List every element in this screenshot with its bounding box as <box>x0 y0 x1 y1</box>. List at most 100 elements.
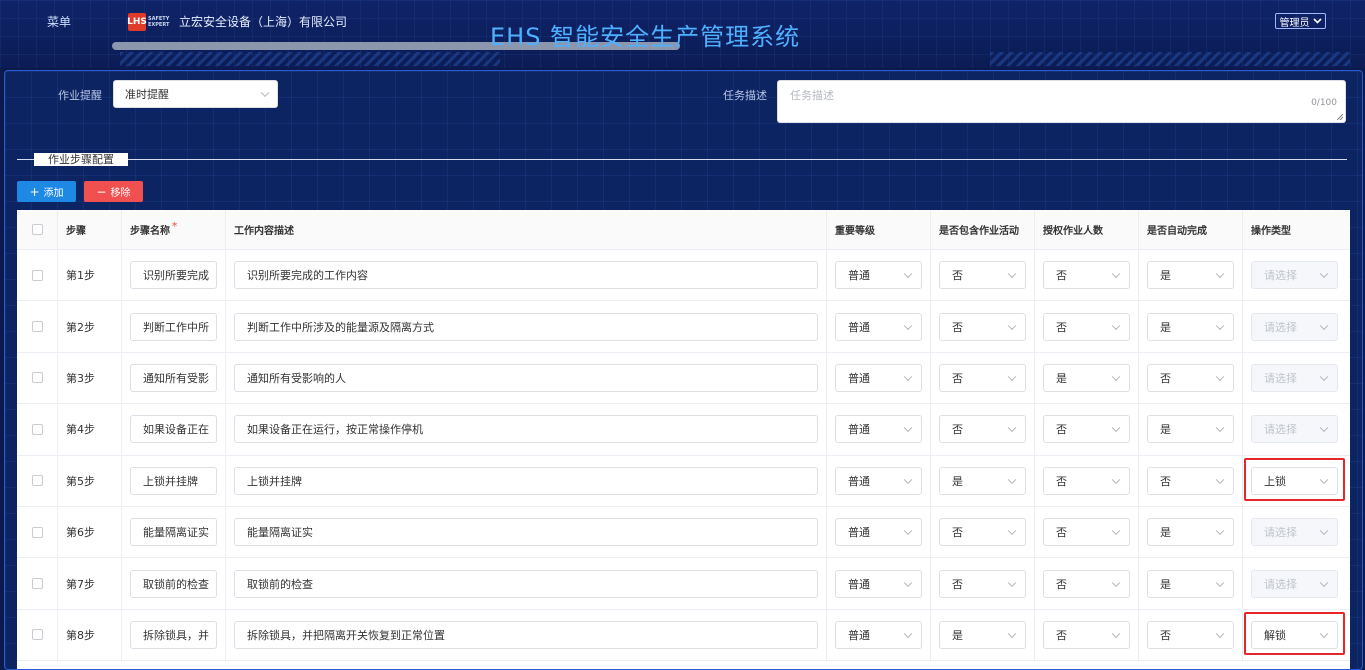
auto-complete-select[interactable]: 是 <box>1147 261 1234 290</box>
header-has-activity: 是否包含作业活动 <box>931 210 1035 249</box>
remove-step-button[interactable]: − 移除 <box>84 181 143 202</box>
step-name-cell: 取锁前的检查 <box>122 558 226 609</box>
auto-complete-select[interactable]: 否 <box>1147 466 1234 495</box>
has-activity-select[interactable]: 否 <box>939 312 1026 341</box>
authorized-count-select[interactable]: 否 <box>1043 620 1130 649</box>
op-type-select[interactable]: 请选择 <box>1251 569 1338 598</box>
content-input[interactable]: 识别所要完成的工作内容 <box>234 261 818 290</box>
select-all-checkbox[interactable] <box>32 224 43 235</box>
level-select[interactable]: 普通 <box>835 312 922 341</box>
content-cell: 如果设备正在运行，按正常操作停机 <box>226 404 827 455</box>
row-checkbox-cell <box>17 609 58 661</box>
level-select[interactable]: 普通 <box>835 415 922 444</box>
admin-menu-button[interactable]: 管理员 <box>1275 13 1326 29</box>
step-name-cell: 识别所要完成 <box>122 250 226 301</box>
has-activity-cell: 否 <box>931 301 1035 352</box>
authorized-count-select[interactable]: 否 <box>1043 518 1130 547</box>
auto-complete-cell: 否 <box>1139 455 1243 506</box>
step-name-input[interactable]: 能量隔离证实 <box>130 518 217 547</box>
has-activity-select[interactable]: 否 <box>939 261 1026 290</box>
auto-complete-select[interactable]: 是 <box>1147 569 1234 598</box>
level-select[interactable]: 普通 <box>835 261 922 290</box>
level-select[interactable]: 普通 <box>835 569 922 598</box>
authorized-count-select[interactable]: 否 <box>1043 312 1130 341</box>
row-checkbox[interactable] <box>32 578 43 590</box>
step-name-input[interactable]: 拆除锁具，并 <box>130 620 217 649</box>
authorized-count-select-value: 否 <box>1056 526 1067 540</box>
op-type-select[interactable]: 请选择 <box>1251 363 1338 392</box>
level-select[interactable]: 普通 <box>835 518 922 547</box>
op-type-select[interactable]: 请选择 <box>1251 518 1338 547</box>
authorized-count-select[interactable]: 否 <box>1043 261 1130 290</box>
authorized-count-select[interactable]: 否 <box>1043 569 1130 598</box>
content-input[interactable]: 判断工作中所涉及的能量源及隔离方式 <box>234 312 818 341</box>
auto-complete-select[interactable]: 否 <box>1147 363 1234 392</box>
row-checkbox[interactable] <box>32 269 43 281</box>
step-name-input[interactable]: 判断工作中所 <box>130 312 217 341</box>
op-type-select[interactable]: 解锁 <box>1251 620 1338 649</box>
has-activity-select[interactable]: 否 <box>939 569 1026 598</box>
authorized-count-select[interactable]: 否 <box>1043 466 1130 495</box>
reminder-select[interactable]: 准时提醒 <box>113 80 278 108</box>
level-select[interactable]: 普通 <box>835 620 922 649</box>
level-cell: 普通 <box>827 455 931 506</box>
auto-complete-cell: 否 <box>1139 609 1243 661</box>
step-name-input[interactable]: 通知所有受影 <box>130 363 217 392</box>
op-type-select-value: 上锁 <box>1264 474 1286 488</box>
step-name-input[interactable]: 上锁并挂牌 <box>130 466 217 495</box>
content-input[interactable]: 通知所有受影响的人 <box>234 363 818 392</box>
step-name-input[interactable]: 识别所要完成 <box>130 261 217 290</box>
resize-grip-icon[interactable] <box>1337 114 1343 120</box>
has-activity-select[interactable]: 是 <box>939 466 1026 495</box>
content-input[interactable]: 上锁并挂牌 <box>234 466 818 495</box>
auto-complete-select[interactable]: 是 <box>1147 312 1234 341</box>
op-type-select[interactable]: 请选择 <box>1251 415 1338 444</box>
op-type-select[interactable]: 上锁 <box>1251 466 1338 495</box>
row-checkbox[interactable] <box>32 321 43 333</box>
row-checkbox[interactable] <box>32 423 43 435</box>
op-type-select[interactable]: 请选择 <box>1251 261 1338 290</box>
task-desc-textarea[interactable]: 任务描述 0/100 <box>777 80 1346 123</box>
header-level: 重要等级 <box>827 210 931 249</box>
step-name-input[interactable]: 取锁前的检查 <box>130 569 217 598</box>
content-input[interactable]: 拆除锁具，并把隔离开关恢复到正常位置 <box>234 620 818 649</box>
auto-complete-select[interactable]: 是 <box>1147 518 1234 547</box>
op-type-cell: 请选择 <box>1243 353 1350 403</box>
chevron-down-icon <box>1319 629 1329 639</box>
auto-complete-select[interactable]: 是 <box>1147 415 1234 444</box>
has-activity-select[interactable]: 是 <box>939 620 1026 649</box>
menu-button[interactable]: 菜单 <box>47 13 71 30</box>
authorized-count-select-value: 否 <box>1056 628 1067 642</box>
has-activity-select[interactable]: 否 <box>939 415 1026 444</box>
step-cell: 第1步 <box>58 250 122 301</box>
chevron-down-icon <box>1007 526 1017 536</box>
row-checkbox[interactable] <box>32 526 43 538</box>
row-checkbox[interactable] <box>32 475 43 487</box>
content-input[interactable]: 能量隔离证实 <box>234 518 818 547</box>
auto-complete-select[interactable]: 否 <box>1147 620 1234 649</box>
task-desc-label: 任务描述 <box>723 89 767 102</box>
chevron-down-icon <box>1215 475 1225 484</box>
has-activity-select[interactable]: 否 <box>939 518 1026 547</box>
header-step: 步骤 <box>58 210 122 249</box>
row-checkbox[interactable] <box>32 372 43 384</box>
op-type-select[interactable]: 请选择 <box>1251 312 1338 341</box>
chevron-down-icon <box>1111 526 1121 536</box>
section-title: 作业步骤配置 <box>34 153 128 166</box>
level-select[interactable]: 普通 <box>835 466 922 495</box>
level-select[interactable]: 普通 <box>835 363 922 392</box>
content-input[interactable]: 如果设备正在运行，按正常操作停机 <box>234 415 818 444</box>
has-activity-select-value: 是 <box>952 628 963 642</box>
authorized-count-select[interactable]: 否 <box>1043 415 1130 444</box>
has-activity-cell: 是 <box>931 609 1035 661</box>
step-name-input[interactable]: 如果设备正在 <box>130 415 217 444</box>
row-checkbox[interactable] <box>32 629 43 641</box>
op-type-cell: 请选择 <box>1243 250 1350 300</box>
chevron-down-icon <box>1215 629 1225 639</box>
chevron-down-icon <box>903 423 913 433</box>
authorized-count-select[interactable]: 是 <box>1043 363 1130 392</box>
step-name-cell: 判断工作中所 <box>122 301 226 352</box>
has-activity-select[interactable]: 否 <box>939 363 1026 392</box>
content-input[interactable]: 取锁前的检查 <box>234 569 818 598</box>
add-step-button[interactable]: + 添加 <box>17 181 76 202</box>
